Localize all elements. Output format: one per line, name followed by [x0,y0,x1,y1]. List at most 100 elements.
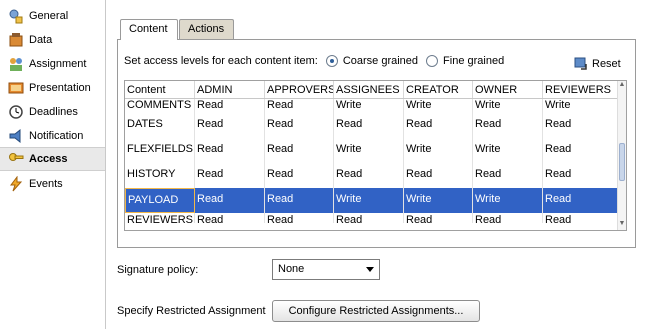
nav-item-notification[interactable]: Notification [0,124,105,148]
deadlines-icon [8,104,24,120]
table-cell: DATES [125,113,195,138]
access-table: Content ADMIN APPROVERS ASSIGNEES CREATO… [124,80,627,231]
table-cell: Read [543,188,619,213]
fine-grained-radio[interactable] [426,55,439,67]
table-cell: Read [404,213,473,223]
reset-label: Reset [592,58,621,70]
table-cell: Write [543,99,619,113]
nav-item-general[interactable]: General [0,4,105,28]
tab-actions[interactable]: Actions [179,19,234,39]
table-cell: Read [473,213,543,223]
scroll-up-arrow-icon[interactable]: ▲ [618,81,626,91]
table-cell: Read [334,113,404,138]
table-cell: Read [265,113,334,138]
table-cell: Read [404,113,473,138]
signature-policy-value: None [278,263,305,275]
table-cell: Write [334,99,404,113]
nav-item-label: Notification [29,130,84,142]
table-cell: Read [195,163,265,188]
table-cell: Write [404,188,473,213]
table-cell: Read [473,163,543,188]
table-cell: Write [473,138,543,163]
tab-content[interactable]: Content [120,19,178,40]
nav-item-label: Data [29,34,53,46]
table-cell: Read [404,163,473,188]
coarse-grained-label[interactable]: Coarse grained [343,55,418,67]
table-cell: Read [195,138,265,163]
table-cell: Read [543,113,619,138]
table-cell: Read [265,163,334,188]
nav-item-label: Assignment [29,58,87,70]
table-cell: Read [265,99,334,113]
table-cell: Read [334,163,404,188]
column-header-admin[interactable]: ADMIN [195,81,265,98]
table-cell: Write [404,99,473,113]
table-cell: Read [473,113,543,138]
column-header-assignees[interactable]: ASSIGNEES [334,81,404,98]
coarse-grained-radio[interactable] [325,55,338,67]
table-row[interactable]: COMMENTS Read Read Write Write Write Wri… [125,99,626,113]
nav-item-label: Presentation [29,82,91,94]
table-cell: Write [473,188,543,213]
left-navigation: General Data Assignment Presentation Dea… [0,0,106,329]
table-header: Content ADMIN APPROVERS ASSIGNEES CREATO… [125,81,626,99]
scroll-down-arrow-icon[interactable]: ▼ [618,220,626,230]
table-cell: Read [265,188,334,213]
table-cell: COMMENTS [125,99,195,113]
table-cell: Read [195,213,265,223]
column-header-approvers[interactable]: APPROVERS [265,81,334,98]
nav-item-deadlines[interactable]: Deadlines [0,100,105,124]
general-icon [8,8,24,24]
table-cell: FLEXFIELDS [125,138,195,163]
table-cell: Read [543,163,619,188]
table-cell: Read [543,213,619,223]
column-header-content[interactable]: Content [125,81,195,98]
data-icon [8,32,24,48]
nav-item-data[interactable]: Data [0,28,105,52]
signature-policy-select[interactable]: None [272,259,380,280]
restricted-assignment-label: Specify Restricted Assignment [117,305,266,317]
table-cell: Read [195,188,265,213]
dropdown-arrow-icon [366,267,374,272]
presentation-icon [8,80,24,96]
table-cell: Write [404,138,473,163]
table-cell: Read [265,138,334,163]
table-cell: Read [195,113,265,138]
nav-item-assignment[interactable]: Assignment [0,52,105,76]
table-row[interactable]: FLEXFIELDS Read Read Write Write Write R… [125,138,626,163]
table-row[interactable]: REVIEWERS Read Read Read Read Read Read [125,213,626,223]
table-row[interactable]: HISTORY Read Read Read Read Read Read [125,163,626,188]
column-header-creator[interactable]: CREATOR [404,81,473,98]
table-cell: Read [195,99,265,113]
reset-button[interactable]: Reset [574,57,621,71]
table-cell: Write [334,138,404,163]
nav-item-label: Access [29,153,68,165]
access-level-row: Set access levels for each content item:… [124,55,504,67]
table-cell: HISTORY [125,163,195,188]
nav-item-events[interactable]: Events [0,172,105,196]
scrollbar-thumb[interactable] [619,143,625,181]
table-cell: Read [543,138,619,163]
nav-item-label: Events [29,178,63,190]
reset-icon [574,57,588,71]
table-row-selected[interactable]: PAYLOAD Read Read Write Write Write Read [125,188,626,213]
fine-grained-label[interactable]: Fine grained [443,55,504,67]
table-cell: Read [265,213,334,223]
column-header-owner[interactable]: OWNER [473,81,543,98]
assignment-icon [8,56,24,72]
table-cell: REVIEWERS [127,213,195,223]
table-cell: Write [473,99,543,113]
nav-item-label: Deadlines [29,106,78,118]
nav-item-presentation[interactable]: Presentation [0,76,105,100]
table-cell: PAYLOAD [125,188,195,213]
table-cell: Write [334,188,404,213]
events-icon [8,175,24,192]
table-cell: Read [334,213,404,223]
access-icon [8,151,24,167]
signature-policy-label: Signature policy: [117,264,199,276]
table-row[interactable]: DATES Read Read Read Read Read Read [125,113,626,138]
table-vertical-scrollbar[interactable]: ▲ ▼ [617,81,626,230]
nav-item-access[interactable]: Access [0,147,105,171]
configure-restricted-assignments-button[interactable]: Configure Restricted Assignments... [272,300,480,322]
column-header-reviewers[interactable]: REVIEWERS [543,81,619,98]
